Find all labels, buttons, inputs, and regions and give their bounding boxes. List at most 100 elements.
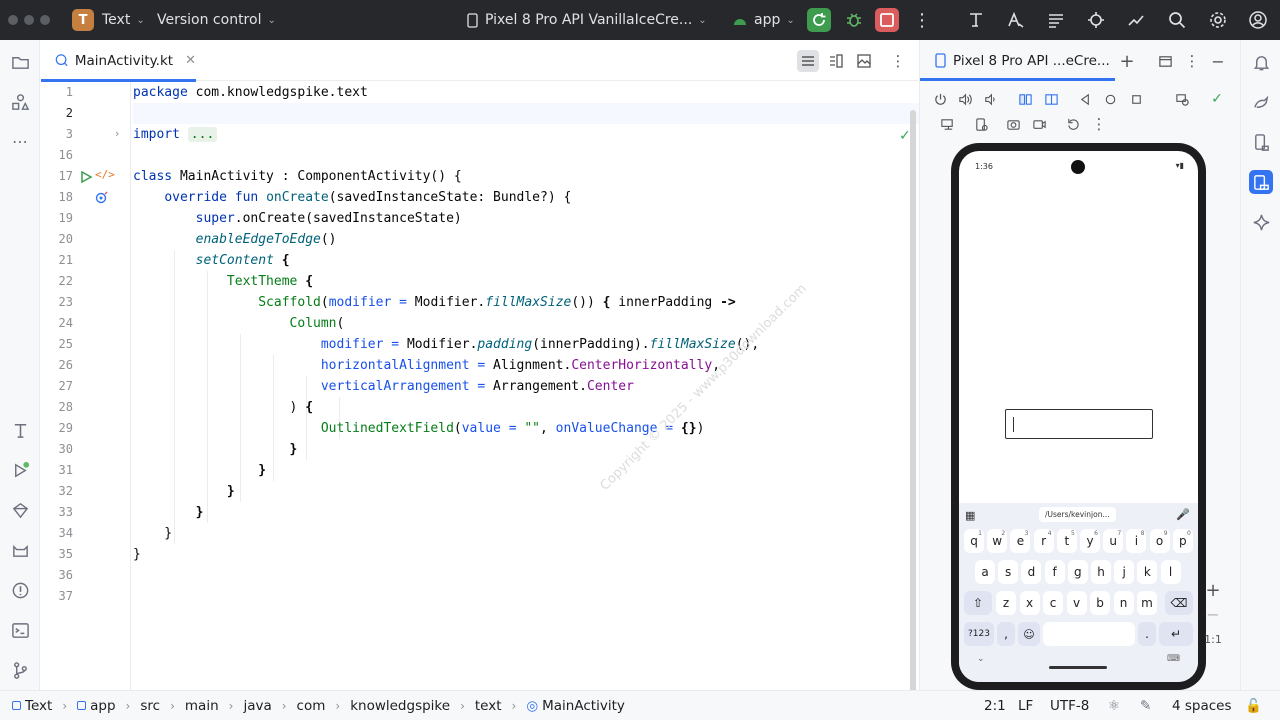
gradle-button[interactable] [1084,8,1108,32]
close-icon[interactable]: ✕ [185,53,196,68]
fold-arrow-icon[interactable]: › [115,127,119,140]
run-config-selector[interactable]: app ⌄ [732,0,795,40]
design-view-button[interactable] [853,50,875,72]
ai-assistant-icon[interactable]: ✎ [1140,691,1151,720]
apps-grid-icon[interactable]: ▦ [965,509,975,522]
key-d[interactable]: d [1021,560,1042,584]
vcs-menu[interactable]: Version control ⌄ [157,0,276,40]
apply-changes-button[interactable] [807,8,831,32]
breadcrumb-item[interactable]: java [243,698,271,714]
window-close-dot[interactable] [8,15,18,25]
home-icon[interactable] [1100,89,1120,109]
app-inspection-icon[interactable] [8,498,32,522]
debug-button[interactable] [842,8,866,32]
code-area[interactable]: package com.knowledgspike.text import ..… [133,82,999,690]
key-m[interactable]: m [1137,591,1157,615]
resource-manager-icon[interactable] [8,90,32,114]
device-more-icon[interactable]: ⋮ [1089,114,1109,134]
code-view-button[interactable] [797,50,819,72]
tab-device[interactable]: Pixel 8 Pro API ...eCre... [920,40,1115,81]
file-encoding[interactable]: UTF-8 [1050,691,1089,720]
key-b[interactable]: b [1090,591,1110,615]
window-layout-icon[interactable] [1155,51,1175,71]
phone-screen[interactable]: 1:36 ▾▮ ▦ /Users/kevinjon... 🎤 q1w2e3r4t… [959,151,1198,682]
version-control-icon[interactable] [8,658,32,682]
gemini-icon[interactable] [1249,210,1273,234]
key-s[interactable]: s [998,560,1019,584]
key-z[interactable]: z [996,591,1016,615]
key-x[interactable]: x [1019,591,1040,615]
period-key[interactable]: . [1138,622,1156,646]
logcat-icon[interactable] [8,538,32,562]
more-tools-icon[interactable]: ⋯ [8,129,32,153]
reset-icon[interactable] [1063,114,1083,134]
key-i[interactable]: i8 [1126,529,1147,553]
translations-button[interactable] [1004,8,1028,32]
zoom-actual-size[interactable]: 1:1 [1198,633,1228,646]
run-icon[interactable] [8,458,32,482]
key-y[interactable]: y6 [1080,529,1100,553]
key-q[interactable]: q1 [964,529,984,553]
no-problems-check-icon[interactable]: ✓ [899,128,911,144]
stop-button[interactable] [875,8,899,32]
project-selector[interactable]: T Text ⌄ [72,0,145,40]
key-g[interactable]: g [1067,560,1088,584]
key-w[interactable]: w2 [987,529,1008,553]
key-a[interactable]: a [975,560,995,584]
app-quality-button[interactable] [1124,8,1148,32]
gradle-icon[interactable] [1249,90,1273,114]
terminal-icon[interactable] [8,618,32,642]
editor-more-icon[interactable]: ⋮ [887,50,909,72]
run-gutter-icon[interactable] [79,170,93,184]
key-k[interactable]: k [1137,560,1158,584]
key-u[interactable]: u7 [1103,529,1124,553]
split-view-button[interactable] [825,50,847,72]
keyboard-hide-icon[interactable]: ⌄ [977,654,985,664]
indent-settings[interactable]: 4 spaces [1172,691,1232,720]
volume-up-icon[interactable] [955,89,975,109]
key-p[interactable]: p0 [1172,529,1193,553]
symbols-key[interactable]: ?123 [964,622,994,646]
check-icon[interactable]: ✓ [1207,89,1227,109]
panel-more-icon[interactable]: ⋮ [1182,51,1202,71]
breadcrumb-item[interactable]: app [77,698,116,714]
key-c[interactable]: c [1043,591,1063,615]
key-o[interactable]: o9 [1149,529,1170,553]
backspace-key[interactable]: ⌫ [1165,591,1193,615]
breadcrumb-item[interactable]: knowledgspike [350,698,450,714]
window-minimize-dot[interactable] [24,15,34,25]
power-icon[interactable] [930,89,950,109]
git-icon[interactable]: ⚛ [1108,691,1120,720]
enter-key[interactable]: ↵ [1159,622,1193,646]
override-gutter-icon[interactable] [95,190,109,204]
build-icon[interactable] [8,418,32,442]
project-folder-icon[interactable] [8,50,32,74]
key-r[interactable]: r4 [1033,529,1054,553]
rotate-left-icon[interactable] [1015,89,1035,109]
breadcrumb-item[interactable]: ◎ MainActivity [526,698,625,714]
tab-mainactivity[interactable]: MainActivity.kt ✕ [41,40,196,82]
running-devices-icon[interactable] [1249,170,1273,194]
problems-icon[interactable] [8,578,32,602]
outlined-text-field[interactable] [1005,409,1153,439]
key-e[interactable]: e3 [1010,529,1031,553]
device-selector[interactable]: Pixel 8 Pro API VanillaIceCre... ⌄ [466,0,707,40]
clipboard-chip[interactable]: /Users/kevinjon... [1039,507,1116,522]
record-icon[interactable] [1029,114,1049,134]
breadcrumb-item[interactable]: text [475,698,502,714]
camera-icon[interactable] [1003,114,1023,134]
microphone-icon[interactable]: 🎤 [1176,508,1190,521]
key-j[interactable]: j [1114,560,1135,584]
key-f[interactable]: f [1044,560,1065,584]
breadcrumb-item[interactable]: src [140,698,160,714]
emoji-key[interactable]: ☺ [1018,622,1040,646]
settings-button[interactable] [1206,8,1230,32]
layout-inspector-button[interactable] [964,8,988,32]
breadcrumb-item[interactable]: main [185,698,219,714]
back-icon[interactable] [1075,89,1095,109]
rotate-right-icon[interactable] [1041,89,1061,109]
account-button[interactable] [1246,8,1270,32]
zoom-in-icon[interactable]: + [1198,580,1228,601]
search-button[interactable] [1165,8,1189,32]
overview-icon[interactable] [1126,89,1146,109]
